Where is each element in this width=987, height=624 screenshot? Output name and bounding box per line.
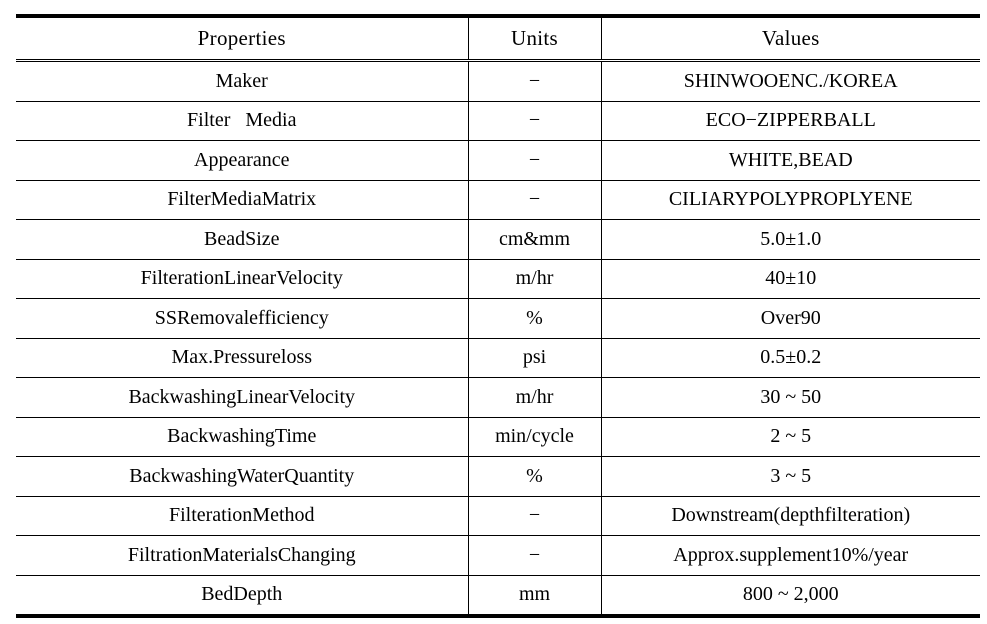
column-header-values: Values bbox=[600, 14, 980, 61]
table-row: SSRemovalefficiency % Over90 bbox=[16, 298, 980, 338]
cell-unit: − bbox=[467, 179, 601, 220]
cell-value: 2 ~ 5 bbox=[600, 416, 980, 457]
cell-unit: cm&mm bbox=[467, 219, 601, 259]
column-header-units: Units bbox=[467, 14, 601, 61]
table-row: FilterationLinearVelocity m/hr 40±10 bbox=[16, 258, 980, 299]
cell-value: 3 ~ 5 bbox=[600, 456, 980, 496]
cell-property: SSRemovalefficiency bbox=[16, 298, 468, 338]
cell-property: BedDepth bbox=[16, 574, 468, 618]
table-row: Maker − SHINWOOENC./KOREA bbox=[16, 59, 980, 101]
cell-property: FilterMediaMatrix bbox=[16, 179, 468, 220]
cell-property: Maker bbox=[16, 59, 468, 101]
table-body: Maker − SHINWOOENC./KOREA Filter Media −… bbox=[16, 59, 980, 618]
table-row: FilterationMethod − Downstream(depthfilt… bbox=[16, 495, 980, 536]
column-header-properties: Properties bbox=[16, 14, 468, 61]
cell-unit: − bbox=[467, 59, 601, 101]
cell-property: BackwashingTime bbox=[16, 416, 468, 457]
cell-property: FilterationMethod bbox=[16, 495, 468, 536]
cell-value: SHINWOOENC./KOREA bbox=[600, 59, 980, 101]
cell-property: BeadSize bbox=[16, 219, 468, 259]
table-row: BackwashingLinearVelocity m/hr 30 ~ 50 bbox=[16, 377, 980, 417]
table-row: FilterMediaMatrix − CILIARYPOLYPROPLYENE bbox=[16, 179, 980, 220]
specification-table-container: Properties Units Values Maker − SHINWOOE… bbox=[16, 14, 980, 618]
cell-property: BackwashingLinearVelocity bbox=[16, 377, 468, 417]
cell-unit: % bbox=[467, 456, 601, 496]
cell-value: 800 ~ 2,000 bbox=[600, 574, 980, 618]
cell-unit: min/cycle bbox=[467, 416, 601, 457]
cell-value: 30 ~ 50 bbox=[600, 377, 980, 417]
cell-value: Approx.supplement10%/year bbox=[600, 535, 980, 575]
specification-table: Properties Units Values Maker − SHINWOOE… bbox=[16, 14, 980, 618]
cell-unit: mm bbox=[467, 574, 601, 618]
cell-unit: − bbox=[467, 100, 601, 141]
cell-unit: − bbox=[467, 140, 601, 180]
cell-unit: m/hr bbox=[467, 258, 601, 299]
cell-unit: − bbox=[467, 495, 601, 536]
cell-value: WHITE,BEAD bbox=[600, 140, 980, 180]
table-row: Filter Media − ECO−ZIPPERBALL bbox=[16, 100, 980, 141]
cell-value: 5.0±1.0 bbox=[600, 219, 980, 259]
cell-property: Appearance bbox=[16, 140, 468, 180]
cell-value: ECO−ZIPPERBALL bbox=[600, 100, 980, 141]
cell-unit: psi bbox=[467, 337, 601, 378]
cell-property: FilterationLinearVelocity bbox=[16, 258, 468, 299]
cell-property: Filter Media bbox=[16, 100, 468, 141]
cell-value: 0.5±0.2 bbox=[600, 337, 980, 378]
cell-value: CILIARYPOLYPROPLYENE bbox=[600, 179, 980, 220]
cell-unit: % bbox=[467, 298, 601, 338]
cell-value: 40±10 bbox=[600, 258, 980, 299]
table-row: FiltrationMaterialsChanging − Approx.sup… bbox=[16, 535, 980, 575]
cell-property: BackwashingWaterQuantity bbox=[16, 456, 468, 496]
table-row: BeadSize cm&mm 5.0±1.0 bbox=[16, 219, 980, 259]
cell-unit: m/hr bbox=[467, 377, 601, 417]
table-row: BackwashingTime min/cycle 2 ~ 5 bbox=[16, 416, 980, 457]
cell-unit: − bbox=[467, 535, 601, 575]
table-header: Properties Units Values bbox=[16, 14, 980, 61]
cell-value: Over90 bbox=[600, 298, 980, 338]
cell-property: FiltrationMaterialsChanging bbox=[16, 535, 468, 575]
document-page: Properties Units Values Maker − SHINWOOE… bbox=[0, 0, 987, 624]
table-row: Appearance − WHITE,BEAD bbox=[16, 140, 980, 180]
cell-value: Downstream(depthfilteration) bbox=[600, 495, 980, 536]
table-header-row: Properties Units Values bbox=[16, 14, 980, 61]
table-row: BackwashingWaterQuantity % 3 ~ 5 bbox=[16, 456, 980, 496]
table-row: BedDepth mm 800 ~ 2,000 bbox=[16, 574, 980, 618]
table-row: Max.Pressureloss psi 0.5±0.2 bbox=[16, 337, 980, 378]
cell-property: Max.Pressureloss bbox=[16, 337, 468, 378]
